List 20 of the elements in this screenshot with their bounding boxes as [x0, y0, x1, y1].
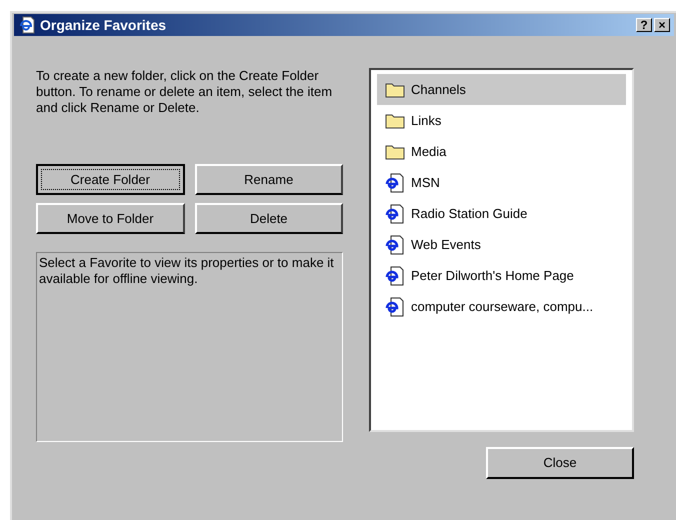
web-page-icon	[385, 266, 405, 286]
folder-icon	[385, 81, 405, 98]
document-icon	[18, 16, 36, 34]
instructions-text: To create a new folder, click on the Create Folder button. To rename or delete an item, select the item and click Rename or Delete.	[36, 68, 334, 117]
close-button[interactable]: ×	[654, 18, 670, 32]
dialog-button[interactable]: Create Folder	[36, 164, 184, 195]
web-page-icon	[385, 234, 405, 254]
favorite-item[interactable]: Channels	[377, 74, 626, 105]
folder-icon	[385, 143, 405, 160]
folder-icon	[385, 112, 405, 129]
dialog-button[interactable]: Rename	[194, 164, 343, 195]
help-button[interactable]: ?	[636, 18, 652, 32]
web-page-icon	[385, 296, 405, 316]
dialog-button[interactable]: Move to Folder	[36, 203, 184, 234]
window-title: Organize Favorites	[40, 16, 168, 35]
web-page-icon	[385, 204, 405, 224]
info-text: Select a Favorite to view its properties or to make it available for offline viewing.	[39, 255, 335, 287]
web-page-icon	[385, 172, 405, 192]
close-button[interactable]: Close	[486, 447, 634, 479]
dialog-button[interactable]: Delete	[194, 203, 343, 234]
